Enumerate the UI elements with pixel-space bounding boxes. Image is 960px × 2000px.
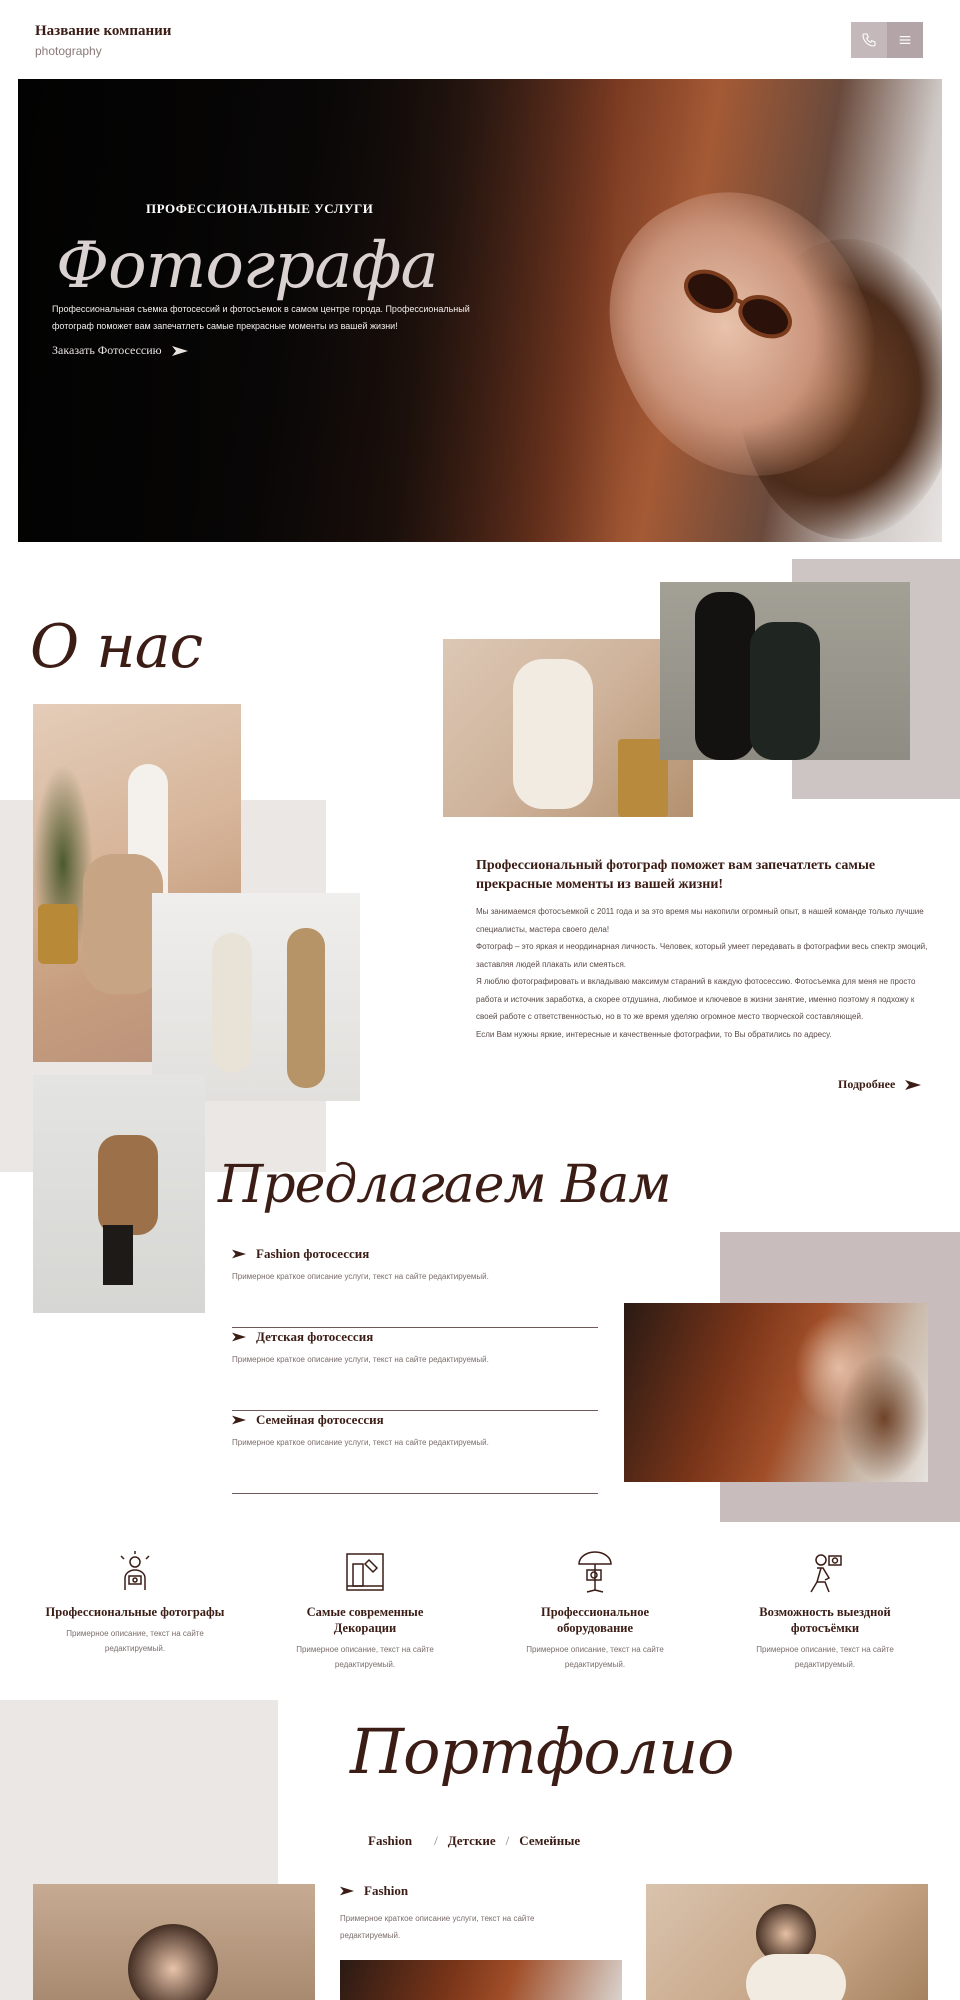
- hero-banner: ПРОФЕССИОНАЛЬНЫЕ УСЛУГИ Фотографа Профес…: [18, 79, 942, 542]
- tab-separator: /: [505, 1833, 510, 1848]
- about-photo-2: [152, 893, 360, 1101]
- feature-item: Профессиональное оборудование Примерное …: [505, 1550, 685, 1672]
- about-text: Мы занимаемся фотосъемкой с 2011 года и …: [476, 903, 931, 1043]
- photographer-icon: [120, 1551, 150, 1590]
- hero-title: Фотографа: [56, 229, 439, 303]
- arrow-right-icon: [232, 1249, 246, 1259]
- read-more-label: Подробнее: [838, 1077, 896, 1091]
- about-photo-5: [660, 582, 910, 760]
- offers-title: Предлагаем Вам: [218, 1155, 672, 1215]
- feature-item: Возможность выездной фотосъёмки Примерно…: [735, 1550, 915, 1672]
- offers-photo: [624, 1303, 928, 1482]
- feature-description: Примерное описание, текст на сайте редак…: [66, 1629, 204, 1653]
- order-photosession-link[interactable]: Заказать Фотосессию: [52, 343, 188, 358]
- arrow-right-icon: [232, 1415, 246, 1425]
- portfolio-photo-3: [646, 1884, 928, 2000]
- outdoor-shoot-icon: [810, 1554, 842, 1593]
- tab-family[interactable]: Семейные: [519, 1833, 580, 1849]
- portfolio-photo-1: [33, 1884, 315, 2000]
- about-photo-4: [443, 639, 693, 817]
- feature-description: Примерное описание, текст на сайте редак…: [526, 1645, 664, 1669]
- feature-title: Самые современные Декорации: [306, 1605, 424, 1635]
- offer-description: Примерное краткое описание услуги, текст…: [232, 1355, 489, 1364]
- company-name[interactable]: Название компании: [35, 23, 171, 40]
- arrow-right-icon: [905, 1079, 922, 1090]
- hero-subtitle: ПРОФЕССИОНАЛЬНЫЕ УСЛУГИ: [146, 201, 374, 216]
- about-paragraph: Если Вам нужны яркие, интересные и качес…: [476, 1029, 832, 1039]
- tab-separator: /: [434, 1833, 438, 1848]
- about-photo-3: [33, 1075, 205, 1313]
- phone-button[interactable]: [851, 22, 887, 58]
- offer-item[interactable]: Детская фотосессия Примерное краткое опи…: [232, 1329, 598, 1411]
- about-title: О нас: [30, 612, 203, 682]
- tab-kids[interactable]: Детские: [448, 1833, 496, 1849]
- arrow-right-icon: [340, 1886, 354, 1896]
- portfolio-item-description: Примерное краткое описание услуги, текст…: [340, 1914, 535, 1940]
- feature-title: Возможность выездной фотосъёмки: [759, 1605, 891, 1635]
- offer-item[interactable]: Fashion фотосессия Примерное краткое опи…: [232, 1246, 598, 1328]
- feature-title: Профессиональные фотографы: [45, 1605, 225, 1619]
- feature-description: Примерное описание, текст на сайте редак…: [756, 1645, 894, 1669]
- portfolio-tabs: Fashion / Детские / Семейные: [368, 1833, 580, 1849]
- portfolio-photo-2: [340, 1960, 622, 2000]
- about-paragraph: Мы занимаемся фотосъемкой с 2011 года и …: [476, 907, 924, 934]
- hero-description: Профессиональная съемка фотосессий и фот…: [52, 304, 470, 331]
- portfolio-item-title[interactable]: Fashion: [340, 1883, 408, 1899]
- company-tagline: photography: [35, 44, 102, 58]
- phone-icon: [862, 33, 876, 47]
- arrow-right-icon: [232, 1332, 246, 1342]
- offer-description: Примерное краткое описание услуги, текст…: [232, 1272, 489, 1281]
- about-paragraph: Я люблю фотографировать и вкладываю макс…: [476, 977, 916, 1021]
- portfolio-title: Портфолио: [350, 1715, 734, 1788]
- about-heading: Профессиональный фотограф поможет вам за…: [476, 858, 876, 892]
- decor-icon: [346, 1553, 384, 1591]
- about-paragraph: Фотограф – это яркая и неординарная личн…: [476, 942, 928, 969]
- feature-item: Профессиональные фотографы Примерное опи…: [45, 1550, 225, 1656]
- arrow-right-icon: [171, 345, 188, 356]
- feature-item: Самые современные Декорации Примерное оп…: [275, 1550, 455, 1672]
- offer-name: Детская фотосессия: [256, 1329, 374, 1344]
- portfolio-item-name: Fashion: [364, 1883, 409, 1898]
- offer-name: Семейная фотосессия: [256, 1412, 384, 1427]
- offer-name: Fashion фотосессия: [256, 1246, 370, 1261]
- equipment-icon: [578, 1551, 612, 1593]
- tab-fashion[interactable]: Fashion: [368, 1833, 412, 1849]
- order-photosession-label: Заказать Фотосессию: [52, 343, 162, 357]
- menu-icon: [899, 36, 911, 44]
- feature-title: Профессиональное оборудование: [540, 1605, 649, 1635]
- menu-button[interactable]: [887, 22, 923, 58]
- feature-description: Примерное описание, текст на сайте редак…: [296, 1645, 434, 1669]
- offer-description: Примерное краткое описание услуги, текст…: [232, 1438, 489, 1447]
- offer-item[interactable]: Семейная фотосессия Примерное краткое оп…: [232, 1412, 598, 1494]
- read-more-link[interactable]: Подробнее: [838, 1077, 922, 1092]
